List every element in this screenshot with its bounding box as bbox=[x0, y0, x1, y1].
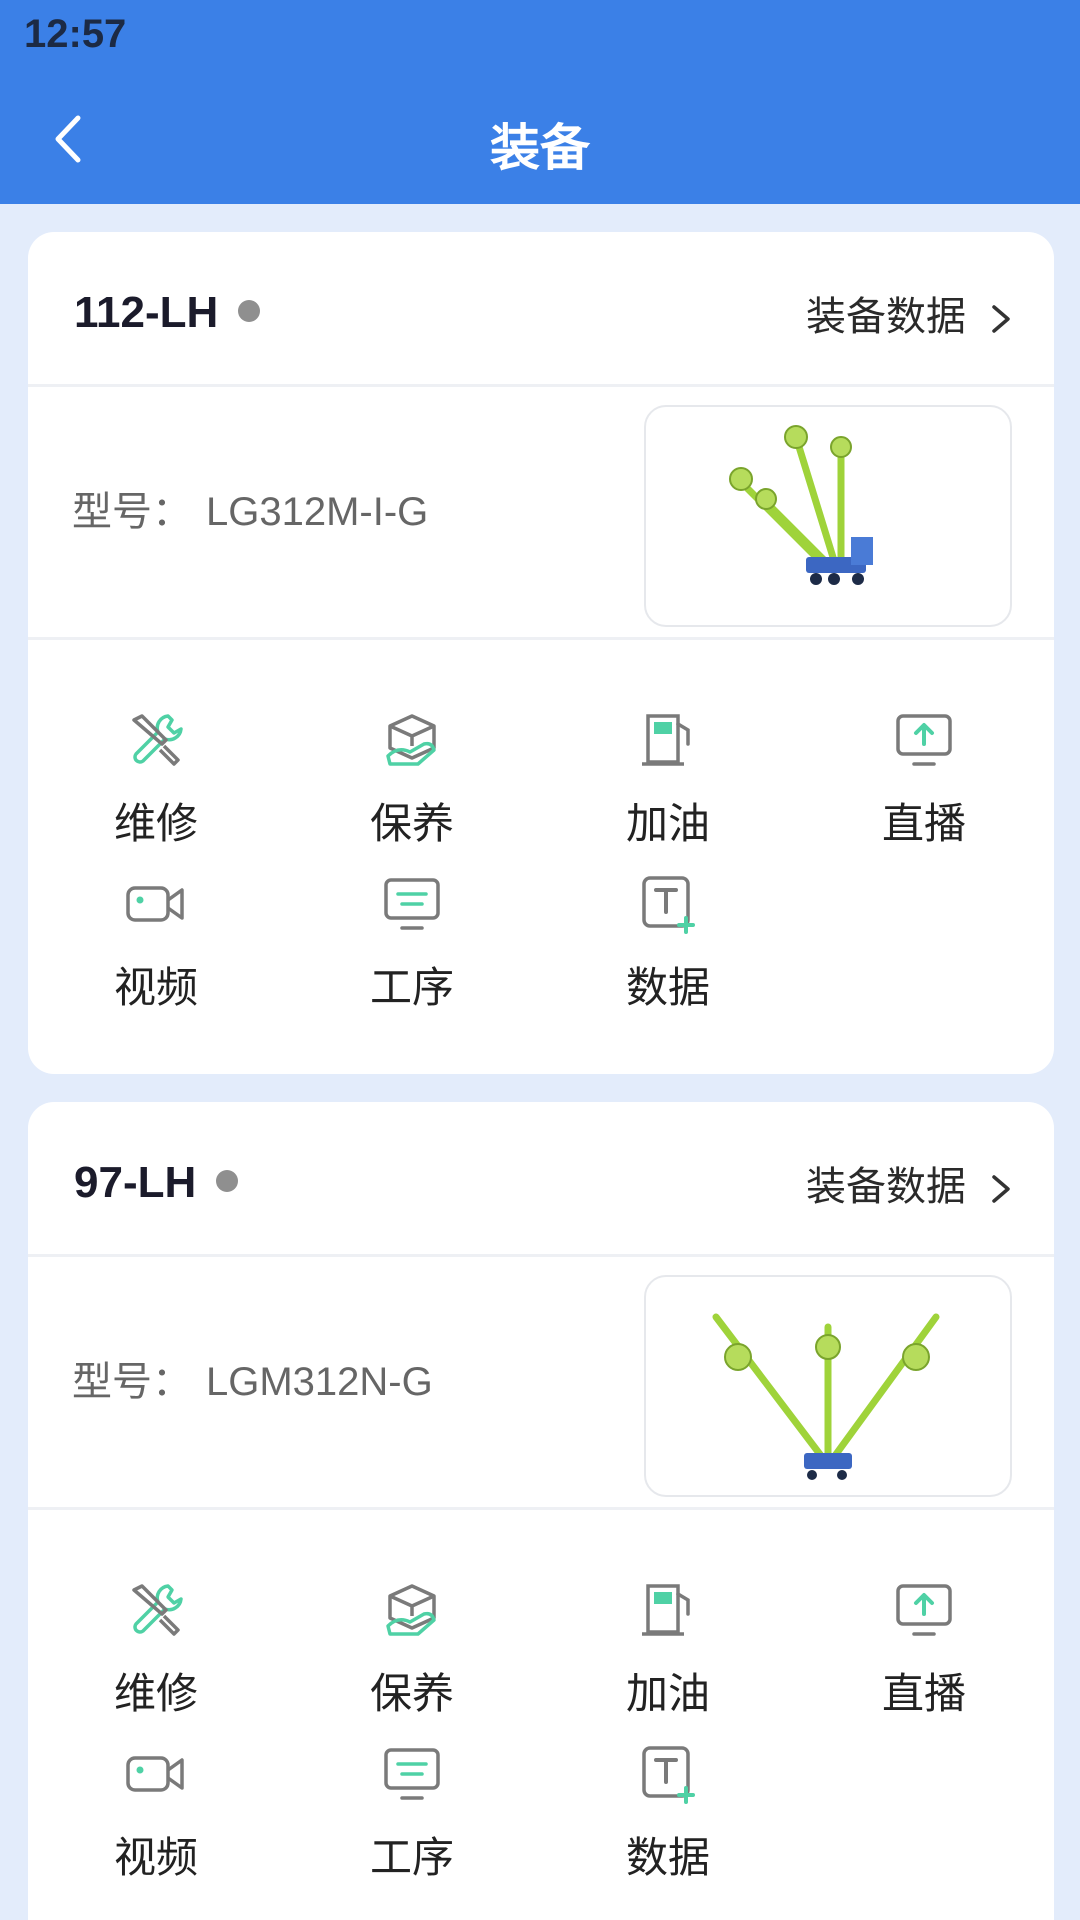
action-label: 保养 bbox=[369, 1669, 454, 1718]
equipment-card: 97-LH 装备数据 型号： LGM312N-G 维修 保养 加油 直播 视频 … bbox=[28, 1102, 1054, 1920]
action-video[interactable]: 视频 bbox=[28, 1742, 284, 1902]
divider bbox=[28, 1507, 1054, 1510]
card-header: 97-LH 装备数据 bbox=[28, 1102, 1054, 1210]
monitor-upload-icon bbox=[896, 1584, 952, 1636]
drill-rig-illustration bbox=[712, 1313, 940, 1480]
action-live[interactable]: 直播 bbox=[796, 708, 1052, 868]
action-upkeep[interactable]: 保养 bbox=[284, 1578, 540, 1738]
drill-rig-illustration bbox=[729, 425, 873, 585]
equipment-image[interactable] bbox=[644, 405, 1012, 627]
equipment-name: 97-LH bbox=[74, 1158, 239, 1208]
box-hand-icon bbox=[386, 1584, 436, 1636]
action-label: 工序 bbox=[369, 1833, 454, 1882]
action-process[interactable]: 工序 bbox=[284, 872, 540, 1032]
wrench-screwdriver-icon bbox=[132, 714, 183, 766]
action-process[interactable]: 工序 bbox=[284, 1742, 540, 1902]
equipment-name: 112-LH bbox=[74, 288, 261, 338]
fuel-pump-icon bbox=[642, 1584, 690, 1636]
chevron-right-icon bbox=[992, 1175, 1010, 1203]
action-label: 直播 bbox=[881, 799, 966, 848]
action-video[interactable]: 视频 bbox=[28, 872, 284, 1032]
process-screen-icon bbox=[384, 878, 440, 930]
fuel-pump-icon bbox=[642, 714, 690, 766]
action-label: 加油 bbox=[625, 799, 710, 848]
process-screen-icon bbox=[384, 1748, 440, 1800]
wrench-screwdriver-icon bbox=[132, 1584, 183, 1636]
equipment-card: 112-LH 装备数据 型号： LG312M-I-G 维修 保养 加油 直播 视… bbox=[28, 232, 1054, 1074]
model-text: 型号： LGM312N-G bbox=[72, 1359, 433, 1405]
status-time: 12:57 bbox=[24, 12, 127, 56]
action-data[interactable]: 数据 bbox=[540, 1742, 796, 1902]
video-camera-icon bbox=[126, 886, 184, 922]
action-label: 视频 bbox=[113, 1833, 198, 1882]
monitor-upload-icon bbox=[896, 714, 952, 766]
equipment-image[interactable] bbox=[644, 1275, 1012, 1497]
action-live[interactable]: 直播 bbox=[796, 1578, 1052, 1738]
model-text: 型号： LG312M-I-G bbox=[72, 489, 429, 535]
card-header: 112-LH 装备数据 bbox=[28, 232, 1054, 340]
equipment-data-link[interactable]: 装备数据 bbox=[806, 284, 1014, 342]
action-maintenance-repair[interactable]: 维修 bbox=[28, 1578, 284, 1738]
action-label: 维修 bbox=[113, 1669, 198, 1718]
status-dot bbox=[216, 1170, 239, 1193]
divider bbox=[28, 637, 1054, 640]
status-dot bbox=[238, 300, 261, 323]
text-data-icon bbox=[642, 1746, 695, 1804]
action-label: 数据 bbox=[625, 1833, 710, 1882]
app-header: 12:57 装备 bbox=[0, 0, 1080, 204]
action-maintenance-repair[interactable]: 维修 bbox=[28, 708, 284, 868]
action-refuel[interactable]: 加油 bbox=[540, 708, 796, 868]
model-row: 型号： LG312M-I-G bbox=[28, 387, 1054, 637]
action-label: 直播 bbox=[881, 1669, 966, 1718]
model-row: 型号： LGM312N-G bbox=[28, 1257, 1054, 1507]
action-label: 工序 bbox=[369, 963, 454, 1012]
action-label: 数据 bbox=[625, 963, 710, 1012]
action-label: 保养 bbox=[369, 799, 454, 848]
action-label: 维修 bbox=[113, 799, 198, 848]
video-camera-icon bbox=[126, 1756, 184, 1792]
action-label: 加油 bbox=[625, 1669, 710, 1718]
box-hand-icon bbox=[386, 714, 436, 766]
action-upkeep[interactable]: 保养 bbox=[284, 708, 540, 868]
page-title: 装备 bbox=[490, 119, 590, 177]
action-label: 视频 bbox=[113, 963, 198, 1012]
action-data[interactable]: 数据 bbox=[540, 872, 796, 1032]
equipment-data-link[interactable]: 装备数据 bbox=[806, 1154, 1014, 1212]
action-refuel[interactable]: 加油 bbox=[540, 1578, 796, 1738]
text-data-icon bbox=[642, 876, 695, 934]
chevron-right-icon bbox=[992, 305, 1010, 333]
